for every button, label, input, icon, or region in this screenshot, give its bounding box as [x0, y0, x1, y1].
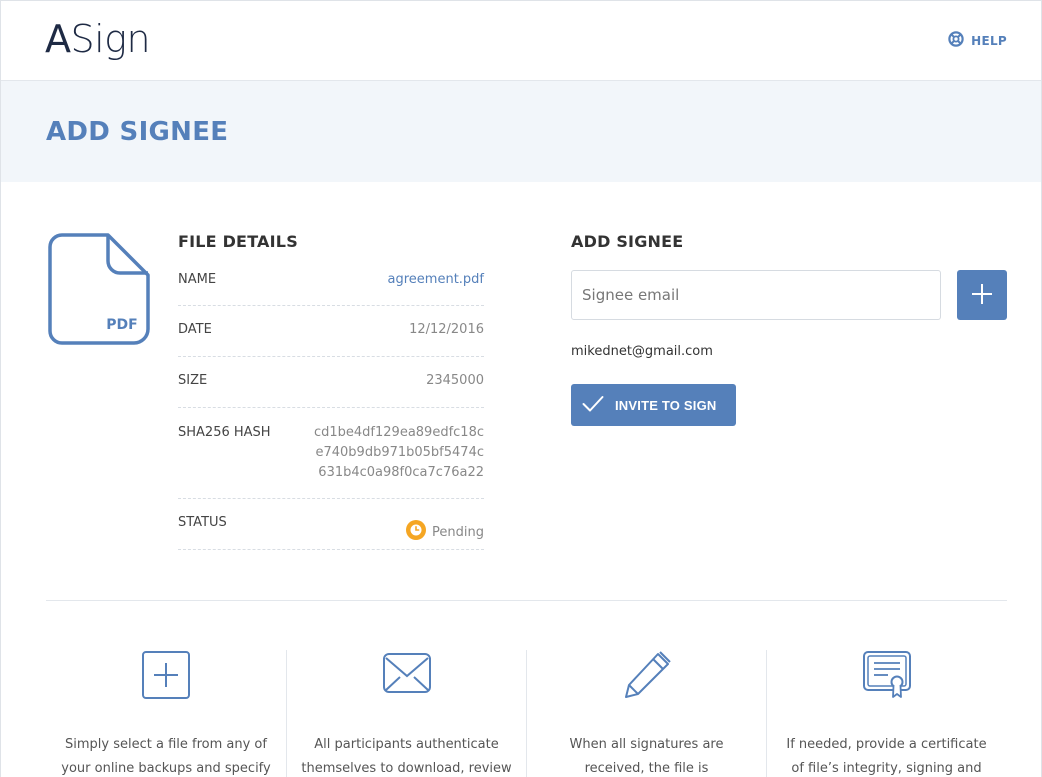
logo[interactable]: ASign [45, 17, 151, 61]
file-name-link[interactable]: agreement.pdf [388, 272, 484, 305]
hash-label: SHA256 HASH [178, 425, 271, 440]
envelope-icon [382, 650, 432, 704]
hash-value: cd1be4df129ea89edfc18c e740b9db971b05bf5… [314, 423, 484, 498]
invite-to-sign-button[interactable]: INVITE TO SIGN [571, 384, 736, 426]
feature-certificate: If needed, provide a certificate of file… [766, 650, 1006, 777]
invite-label: INVITE TO SIGN [615, 397, 717, 413]
lifebuoy-icon [948, 31, 964, 51]
detail-row-status: STATUS Pending [178, 499, 484, 550]
title-band: ADD SIGNEE [1, 81, 1041, 182]
add-file-icon [141, 650, 191, 704]
features-row: Simply select a file from any of your on… [46, 650, 1007, 777]
size-label: SIZE [178, 373, 208, 388]
feature-text: If needed, provide a certificate of file… [786, 737, 987, 776]
help-link[interactable]: HELP [948, 31, 1007, 51]
status-badge: Pending [406, 515, 484, 549]
feature-authenticate: All participants authenticate themselves… [286, 650, 526, 777]
status-value: Pending [432, 524, 484, 540]
top-header: ASign HELP [1, 1, 1041, 81]
hash-line-1: cd1be4df129ea89edfc18c [313, 425, 484, 440]
feature-text: When all signatures are received, the fi… [569, 737, 724, 776]
signee-email-input[interactable] [571, 270, 941, 320]
detail-row-size: SIZE 2345000 [178, 357, 484, 408]
file-details-table: NAME agreement.pdf DATE 12/12/2016 SIZE … [178, 263, 484, 550]
clock-icon [406, 520, 427, 544]
help-label: HELP [971, 34, 1007, 48]
feature-text: Simply select a file from any of your on… [61, 737, 271, 776]
feature-select-file: Simply select a file from any of your on… [46, 650, 286, 777]
plus-icon [971, 283, 993, 308]
pdf-file-icon: PDF [48, 233, 150, 349]
page-title: ADD SIGNEE [46, 117, 229, 147]
size-value: 2345000 [426, 373, 484, 388]
name-label: NAME [178, 272, 217, 287]
date-value: 12/12/2016 [409, 322, 484, 337]
feature-text: All participants authenticate themselves… [301, 737, 512, 776]
hash-line-3: 631b4c0a98f0ca7c76a22 [318, 465, 484, 480]
file-details-title: FILE DETAILS [178, 232, 298, 251]
checkmark-icon [582, 395, 604, 416]
date-label: DATE [178, 322, 212, 337]
signee-list-item: mikednet@gmail.com [571, 344, 713, 359]
certificate-icon [862, 650, 912, 704]
pdf-label: PDF [106, 317, 137, 333]
status-label: STATUS [178, 515, 227, 530]
hash-line-2: e740b9db971b05bf5474c [315, 445, 484, 460]
add-signee-button[interactable] [957, 270, 1007, 320]
detail-row-date: DATE 12/12/2016 [178, 306, 484, 357]
detail-row-hash: SHA256 HASH cd1be4df129ea89edfc18c e740b… [178, 408, 484, 499]
feature-signatures: When all signatures are received, the fi… [526, 650, 766, 777]
add-signee-title: ADD SIGNEE [571, 232, 684, 251]
section-divider [46, 600, 1007, 601]
pen-icon [622, 650, 672, 704]
app-frame: ASign HELP ADD SIGNEE PDF FILE DETAILS N… [0, 0, 1042, 777]
detail-row-name: NAME agreement.pdf [178, 263, 484, 306]
